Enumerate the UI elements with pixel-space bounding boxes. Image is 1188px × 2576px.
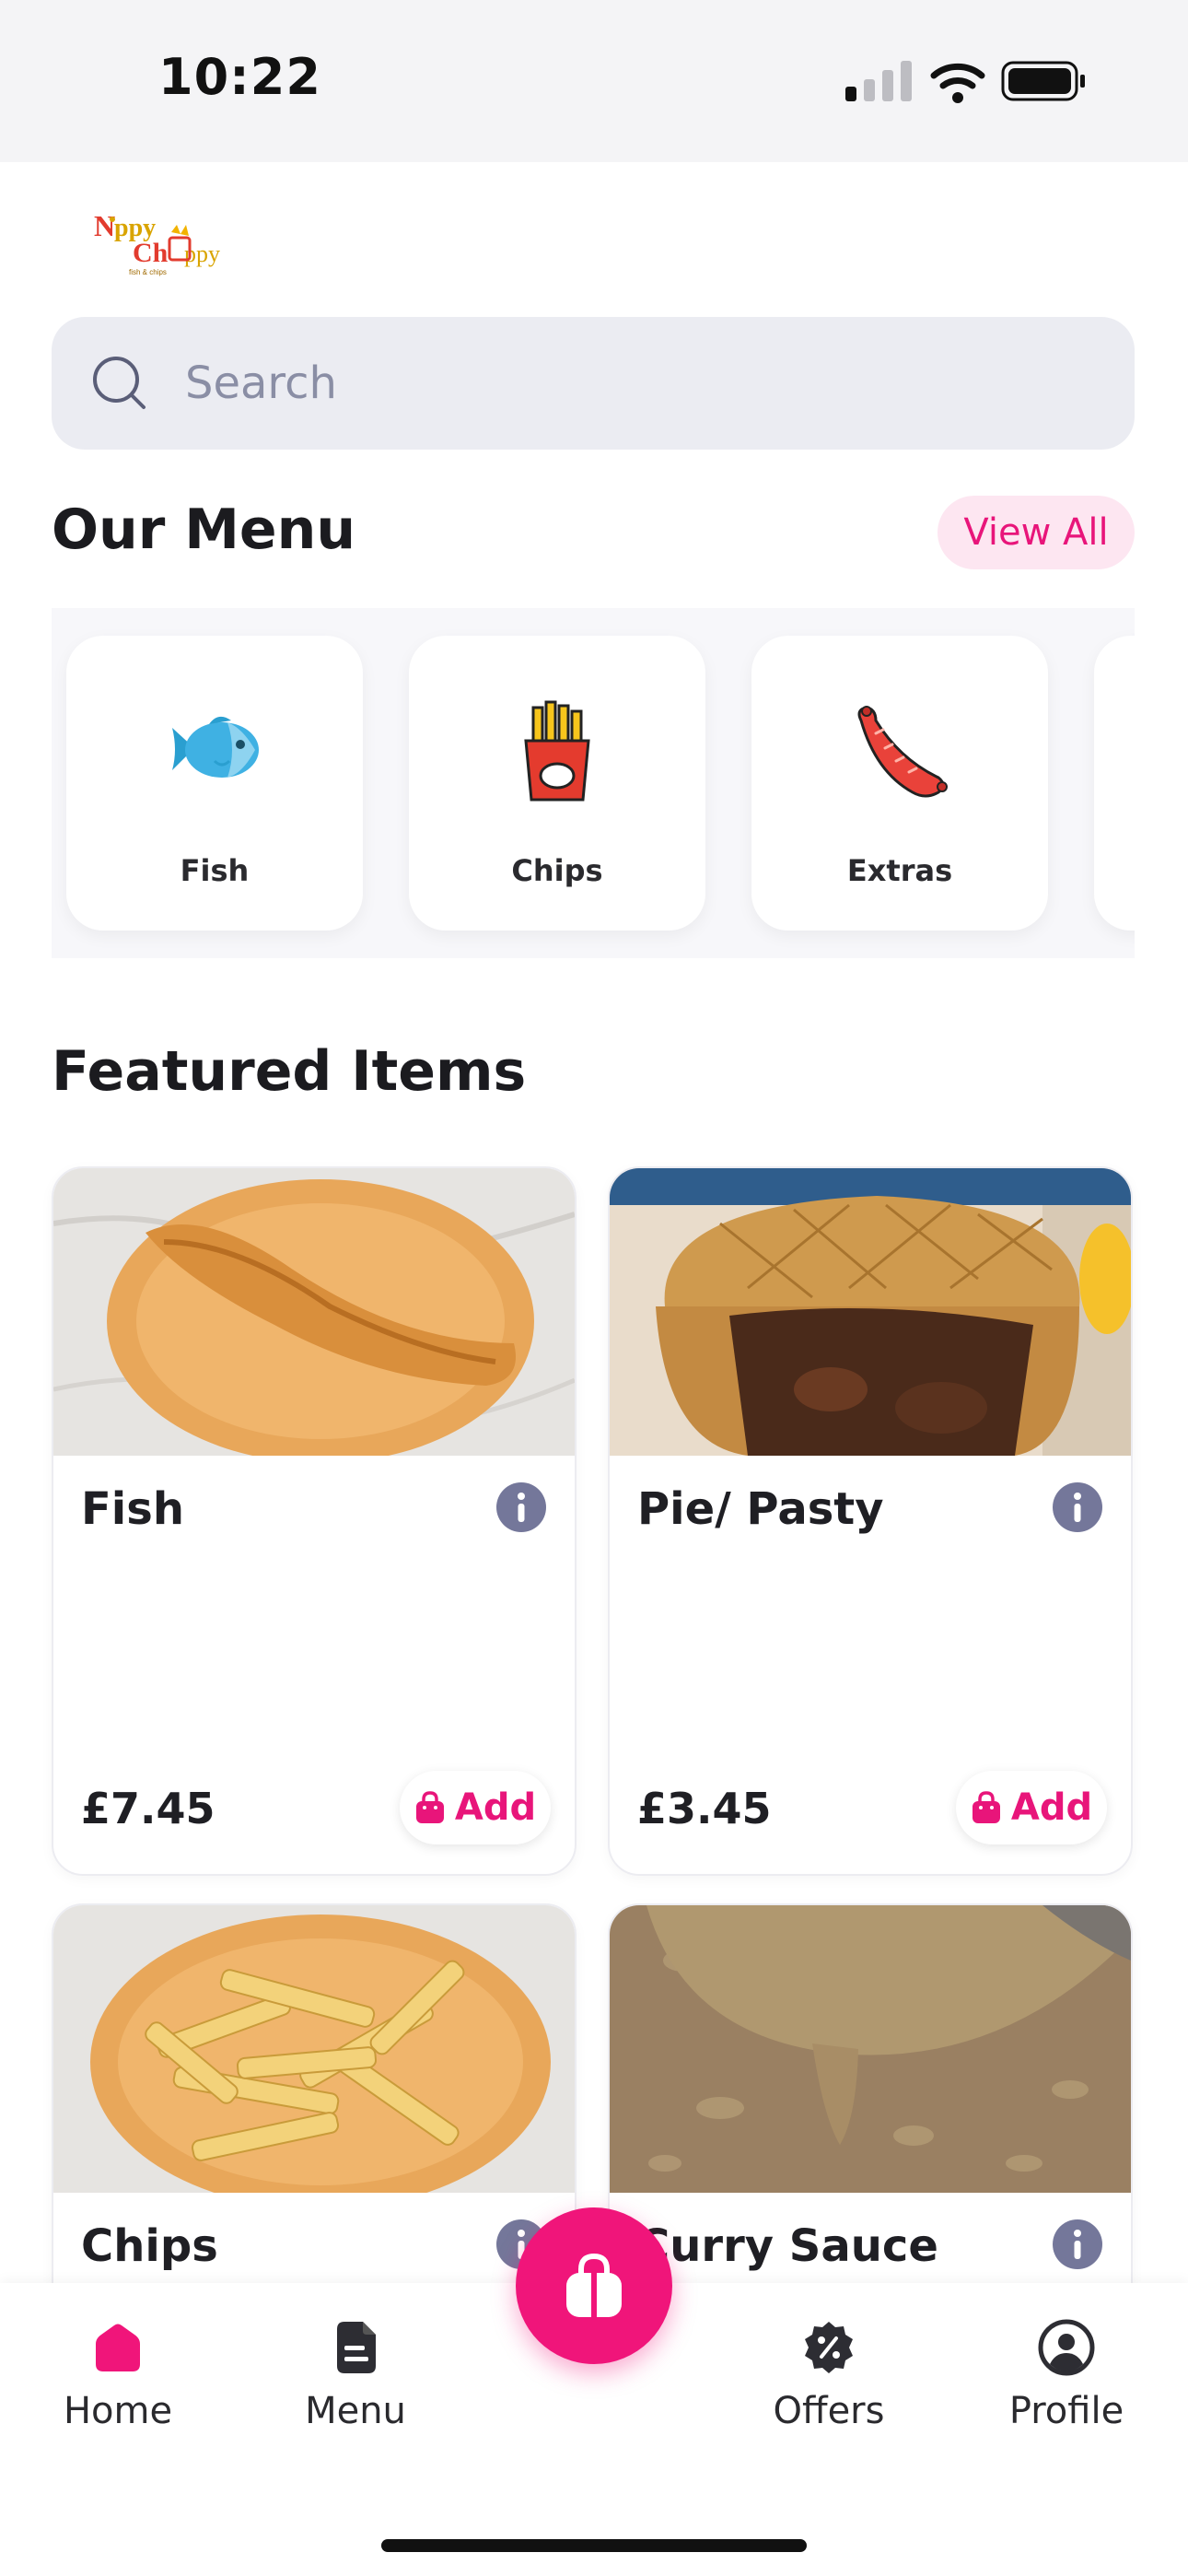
add-label: Add [1010,1786,1093,1829]
featured-title: Featured Items [52,1039,527,1104]
category-label: Fish [180,853,250,888]
search-bar[interactable]: Search [52,317,1135,450]
item-card-fish[interactable]: Fish £7.45 Add [52,1166,577,1876]
category-card-chips[interactable]: Chips [409,636,705,931]
menu-icon [337,2322,376,2373]
shopping-bag-icon [566,2253,622,2317]
view-all-button[interactable]: View All [938,496,1135,569]
profile-icon [1038,2319,1095,2376]
nav-home[interactable]: Home [26,2318,210,2432]
svg-text:fish & chips: fish & chips [129,268,167,276]
status-time: 10:22 [158,48,321,106]
info-icon[interactable] [1052,1481,1103,1533]
category-label: Extras [846,853,953,888]
item-name: Pie/ Pasty [637,1483,884,1535]
search-icon [90,354,149,416]
fish-icon [172,716,259,778]
our-menu-title: Our Menu [52,498,356,562]
search-placeholder: Search [185,357,337,409]
add-button[interactable]: Add [956,1771,1107,1844]
offers-icon [805,2322,853,2373]
chips-photo [53,1905,575,2193]
item-name: Curry Sauce [637,2220,938,2272]
nav-offers[interactable]: Offers [737,2318,921,2432]
item-price: £7.45 [81,1784,215,1833]
nav-profile[interactable]: Profile [974,2318,1159,2432]
curry-sauce-photo [610,1905,1131,2193]
item-name: Chips [81,2220,218,2272]
category-card-extras[interactable]: Extras [751,636,1048,931]
category-card-partial[interactable] [1094,636,1135,931]
add-button[interactable]: Add [400,1771,551,1844]
item-card-pie[interactable]: Pie/ Pasty £3.45 Add [608,1166,1133,1876]
info-icon[interactable] [1052,2219,1103,2270]
item-name: Fish [81,1483,184,1535]
battery-icon [1001,61,1085,101]
brand-logo: N ppy Ch ppy fish & chips [92,205,239,278]
status-icons [845,57,1085,103]
cart-button[interactable] [516,2207,672,2364]
shopping-bag-icon [415,1791,444,1823]
chips-icon [524,700,590,802]
svg-text:N: N [94,209,115,242]
home-indicator [381,2539,807,2552]
status-bar: 10:22 [0,0,1188,162]
svg-text:Ch: Ch [133,238,169,268]
signal-icon [845,61,912,101]
category-label: Chips [511,853,603,888]
add-label: Add [454,1786,537,1829]
sausage-icon [857,706,948,798]
nav-label: Profile [1008,2390,1124,2432]
category-card-fish[interactable]: Fish [66,636,363,931]
pie-photo [610,1168,1131,1456]
nav-label: Menu [305,2390,406,2432]
fish-photo [53,1168,575,1456]
item-price: £3.45 [637,1784,772,1833]
home-icon [96,2324,140,2371]
info-icon[interactable] [495,1481,547,1533]
nav-menu[interactable]: Menu [263,2318,448,2432]
nav-label: Offers [773,2390,885,2432]
category-carousel[interactable]: Fish Chips Extras [52,608,1135,958]
shopping-bag-icon [972,1791,1000,1823]
nav-label: Home [63,2390,173,2432]
wifi-icon [930,63,985,103]
